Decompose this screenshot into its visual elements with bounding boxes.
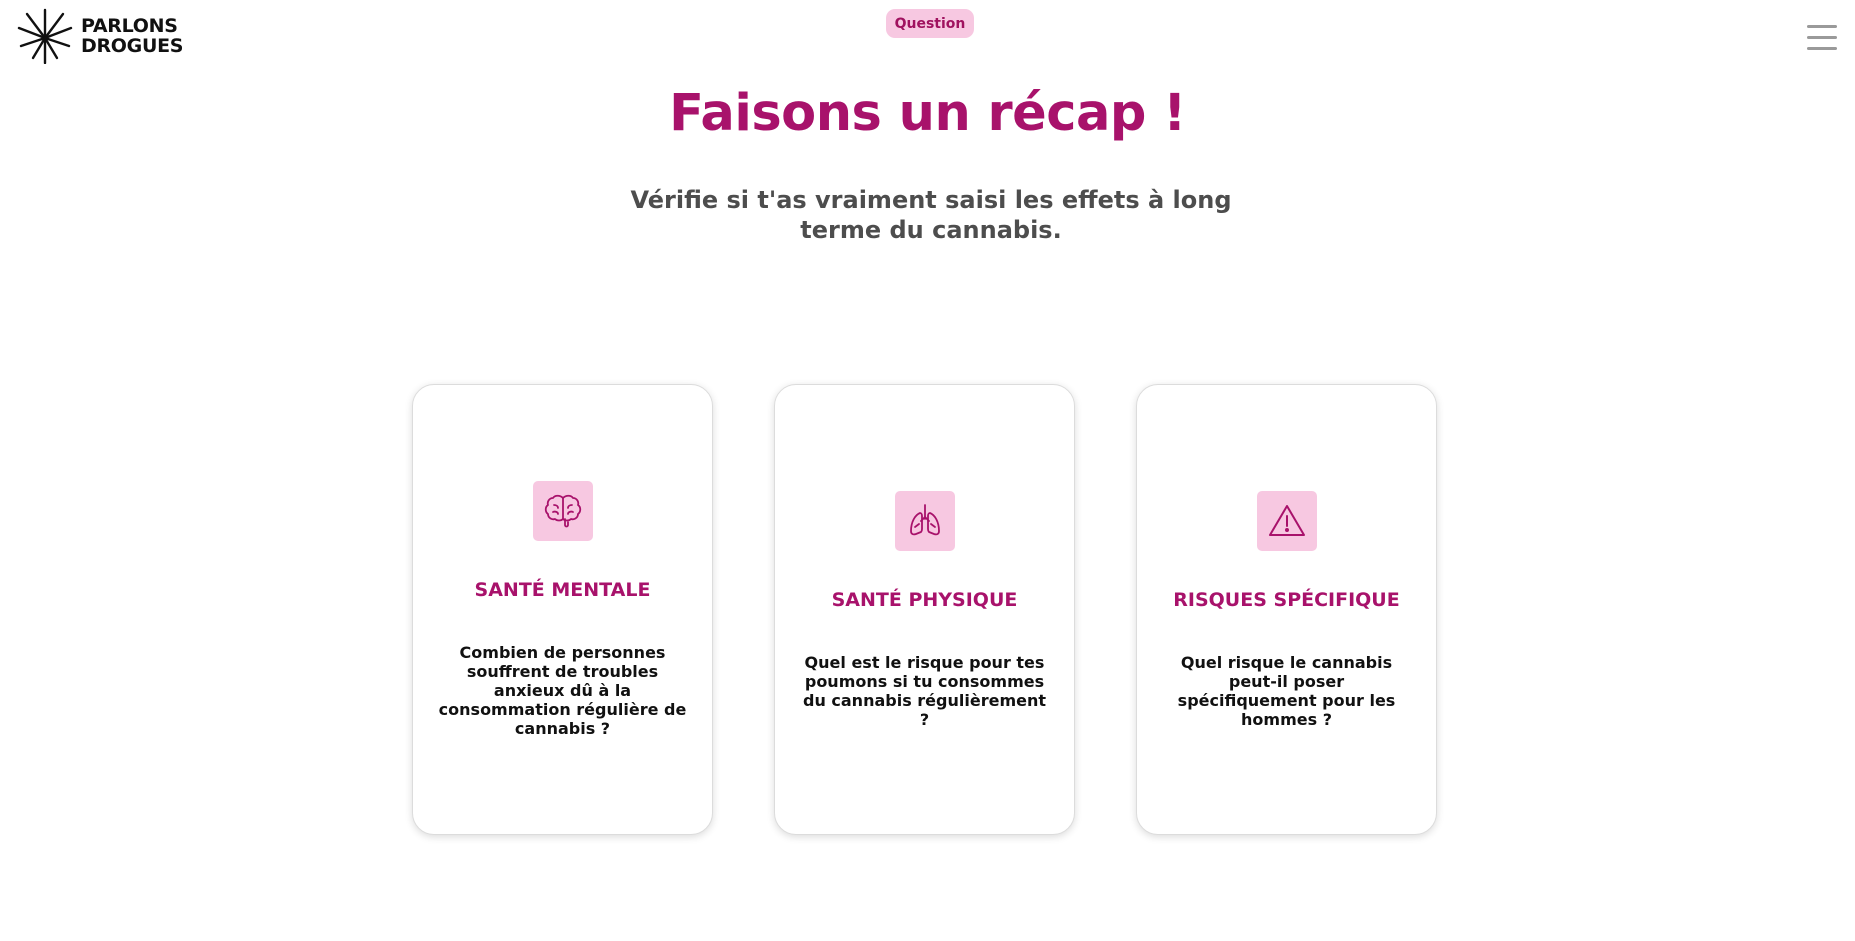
cannabis-leaf-icon (17, 8, 73, 64)
lungs-icon (894, 490, 955, 551)
logo[interactable]: PARLONS DROGUES (17, 8, 183, 64)
card-title: SANTÉ MENTALE (474, 579, 651, 601)
card-sante-mentale[interactable]: SANTÉ MENTALE Combien de personnes souff… (412, 384, 713, 835)
page-title: Faisons un récap ! (669, 84, 1186, 143)
logo-line-1: PARLONS (81, 15, 178, 37)
brain-icon (532, 481, 593, 541)
card-question: Quel risque le cannabis peut-il poser sp… (1177, 652, 1396, 729)
question-badge: Question (886, 9, 974, 38)
menu-bar (1807, 25, 1837, 28)
hamburger-menu-icon[interactable] (1807, 25, 1837, 51)
card-question: Quel est le risque pour tes poumons si t… (802, 652, 1046, 729)
card-title: SANTÉ PHYSIQUE (831, 588, 1018, 611)
menu-bar (1807, 36, 1837, 39)
logo-text: PARLONS DROGUES (81, 16, 183, 56)
card-question: Combien de personnes souffrent de troubl… (438, 643, 687, 738)
card-title: RISQUES SPÉCIFIQUE (1173, 588, 1400, 611)
logo-line-2: DROGUES (81, 35, 184, 57)
card-risques-specifique[interactable]: RISQUES SPÉCIFIQUE Quel risque le cannab… (1136, 384, 1437, 835)
warning-triangle-icon (1256, 490, 1317, 551)
menu-bar (1807, 47, 1837, 50)
card-sante-physique[interactable]: SANTÉ PHYSIQUE Quel est le risque pour t… (774, 384, 1075, 835)
page-subtitle: Vérifie si t'as vraiment saisi les effet… (630, 186, 1232, 244)
